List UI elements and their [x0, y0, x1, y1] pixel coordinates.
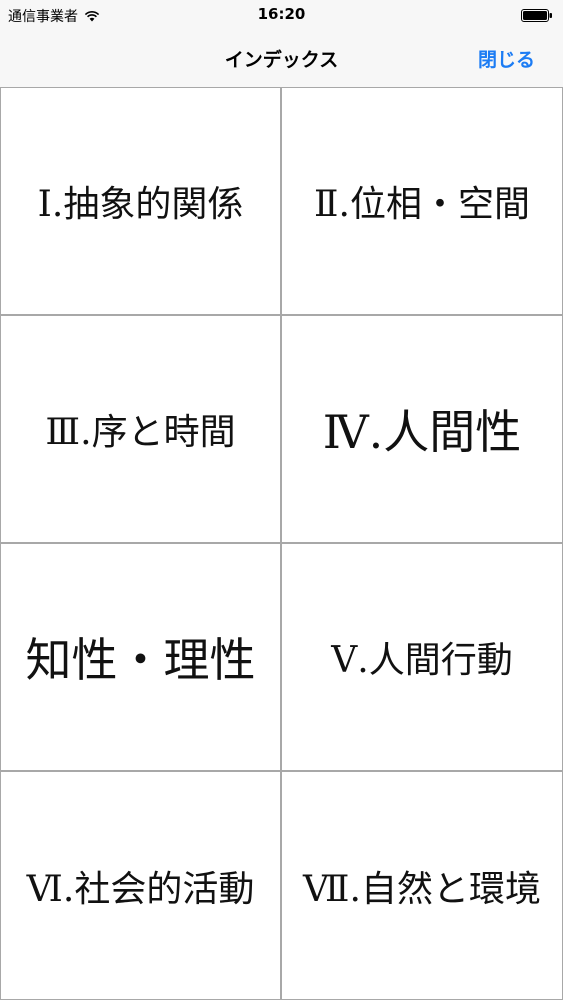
index-item-human-behavior[interactable]: Ⅴ.人間行動	[281, 543, 563, 771]
index-item-abstract-relations[interactable]: Ⅰ.抽象的関係	[0, 87, 281, 315]
index-grid: Ⅰ.抽象的関係 Ⅱ.位相・空間 Ⅲ.序と時間 Ⅳ.人間性 知性・理性 Ⅴ.人間行…	[0, 87, 563, 1000]
close-button[interactable]: 閉じる	[478, 45, 535, 72]
index-item-intellect-reason[interactable]: 知性・理性	[0, 543, 281, 771]
index-item-nature-environment[interactable]: Ⅶ.自然と環境	[281, 771, 563, 1000]
index-item-social-activity[interactable]: Ⅵ.社会的活動	[0, 771, 281, 1000]
index-item-humanity[interactable]: Ⅳ.人間性	[281, 315, 563, 543]
index-item-topology-space[interactable]: Ⅱ.位相・空間	[281, 87, 563, 315]
battery-icon	[521, 9, 552, 22]
status-time: 16:20	[257, 5, 306, 23]
navigation-bar: インデックス 閉じる	[0, 30, 563, 88]
index-item-order-time[interactable]: Ⅲ.序と時間	[0, 315, 281, 543]
status-bar: 通信事業者 16:20	[0, 0, 563, 30]
